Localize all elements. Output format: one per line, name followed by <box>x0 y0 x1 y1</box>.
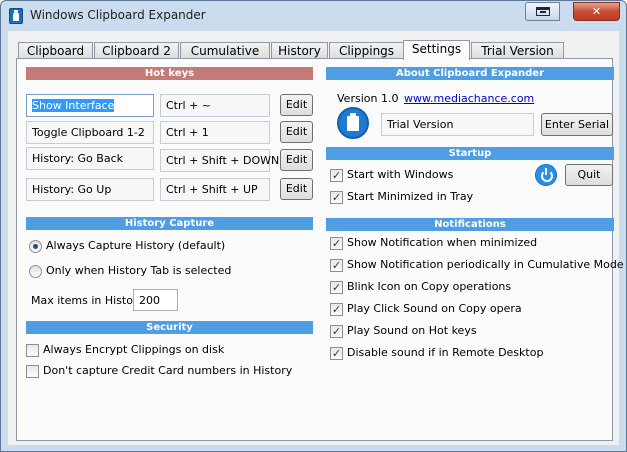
radio-dot-icon <box>29 240 42 253</box>
edit-hotkey-history-up-button[interactable]: Edit <box>280 178 313 200</box>
clipboard-expander-logo-icon <box>337 107 369 139</box>
checkbox-disable-remote-sound[interactable]: ✓ Disable sound if in Remote Desktop <box>330 345 610 361</box>
edit-hotkey-show-interface-button[interactable]: Edit <box>280 94 313 116</box>
checkbox-start-with-windows[interactable]: ✓ Start with Windows <box>330 167 510 183</box>
notifications-header: Notifications <box>326 218 614 231</box>
title-bar[interactable]: Windows Clipboard Expander ✕ <box>1 1 626 31</box>
enter-serial-button[interactable]: Enter Serial <box>541 113 613 136</box>
checkbox-start-minimized[interactable]: ✓ Start Minimized in Tray <box>330 189 510 205</box>
restore-button[interactable] <box>525 2 560 21</box>
hotkey-keys-history-back[interactable]: Ctrl + Shift + DOWN <box>160 149 279 172</box>
about-header: About Clipboard Expander <box>326 67 614 80</box>
hotkey-action-history-up[interactable]: History: Go Up <box>26 178 154 201</box>
hotkeys-header: Hot keys <box>26 67 313 80</box>
checkbox-notify-cumulative[interactable]: ✓ Show Notification periodically in Cumu… <box>330 257 624 273</box>
quit-button[interactable]: Quit <box>565 164 613 186</box>
close-icon: ✕ <box>591 5 602 18</box>
hotkey-keys-show-interface[interactable]: Ctrl + ~ <box>160 94 270 117</box>
checkbox-icon: ✓ <box>330 237 343 250</box>
max-items-label: Max items in History <box>31 294 144 307</box>
history-capture-header: History Capture <box>26 217 313 230</box>
license-status-field: Trial Version <box>381 113 534 136</box>
tab-clipboard[interactable]: Clipboard <box>18 42 93 59</box>
settings-panel: Hot keys Show Interface Ctrl + ~ Edit To… <box>16 58 624 441</box>
app-window: Windows Clipboard Expander ✕ Clipboard C… <box>0 0 627 452</box>
radio-history-tab-only[interactable]: Only when History Tab is selected <box>29 263 259 279</box>
security-header: Security <box>26 321 313 334</box>
checkbox-icon <box>26 365 39 378</box>
hotkey-action-toggle-clipboard[interactable]: Toggle Clipboard 1-2 <box>26 121 154 144</box>
checkbox-icon: ✓ <box>330 191 343 204</box>
tab-settings[interactable]: Settings <box>403 40 470 60</box>
checkbox-click-sound[interactable]: ✓ Play Click Sound on Copy opera <box>330 301 610 317</box>
radio-always-capture[interactable]: Always Capture History (default) <box>29 238 259 254</box>
client-area: Clipboard Clipboard 2 Cumulative History… <box>8 31 624 445</box>
checkbox-icon: ✓ <box>330 281 343 294</box>
tab-trial-version[interactable]: Trial Version <box>471 42 564 59</box>
window-title: Windows Clipboard Expander <box>30 8 206 22</box>
hotkey-action-history-back[interactable]: History: Go Back <box>26 147 154 170</box>
hotkey-action-show-interface[interactable]: Show Interface <box>26 94 154 117</box>
checkbox-icon <box>26 344 39 357</box>
mediachance-link[interactable]: www.mediachance.com <box>404 92 534 105</box>
tab-clipboard-2[interactable]: Clipboard 2 <box>94 42 179 59</box>
hotkey-keys-toggle-clipboard[interactable]: Ctrl + 1 <box>160 121 270 144</box>
startup-header: Startup <box>326 147 614 160</box>
tab-history[interactable]: History <box>271 42 328 59</box>
max-items-input[interactable]: 200 <box>133 289 178 311</box>
app-icon <box>9 8 23 24</box>
checkbox-icon: ✓ <box>330 259 343 272</box>
tab-cumulative[interactable]: Cumulative <box>180 42 270 59</box>
checkbox-notify-minimized[interactable]: ✓ Show Notification when minimized <box>330 235 610 251</box>
checkbox-icon: ✓ <box>330 169 343 182</box>
checkbox-credit-card[interactable]: Don't capture Credit Card numbers in His… <box>26 363 292 379</box>
radio-dot-icon <box>29 265 42 278</box>
checkbox-icon: ✓ <box>330 347 343 360</box>
hotkey-keys-history-up[interactable]: Ctrl + Shift + UP <box>160 178 270 201</box>
checkbox-icon: ✓ <box>330 325 343 338</box>
power-icon[interactable] <box>535 164 557 186</box>
checkbox-hotkey-sound[interactable]: ✓ Play Sound on Hot keys <box>330 323 610 339</box>
edit-hotkey-history-back-button[interactable]: Edit <box>280 149 313 171</box>
checkbox-blink-icon[interactable]: ✓ Blink Icon on Copy operations <box>330 279 610 295</box>
version-label: Version 1.0 <box>337 92 399 105</box>
edit-hotkey-toggle-clipboard-button[interactable]: Edit <box>280 121 313 143</box>
checkbox-icon: ✓ <box>330 303 343 316</box>
tab-clippings[interactable]: Clippings <box>329 42 404 59</box>
checkbox-encrypt-clippings[interactable]: Always Encrypt Clippings on disk <box>26 342 286 358</box>
restore-icon <box>535 7 550 16</box>
close-button[interactable]: ✕ <box>573 2 620 21</box>
